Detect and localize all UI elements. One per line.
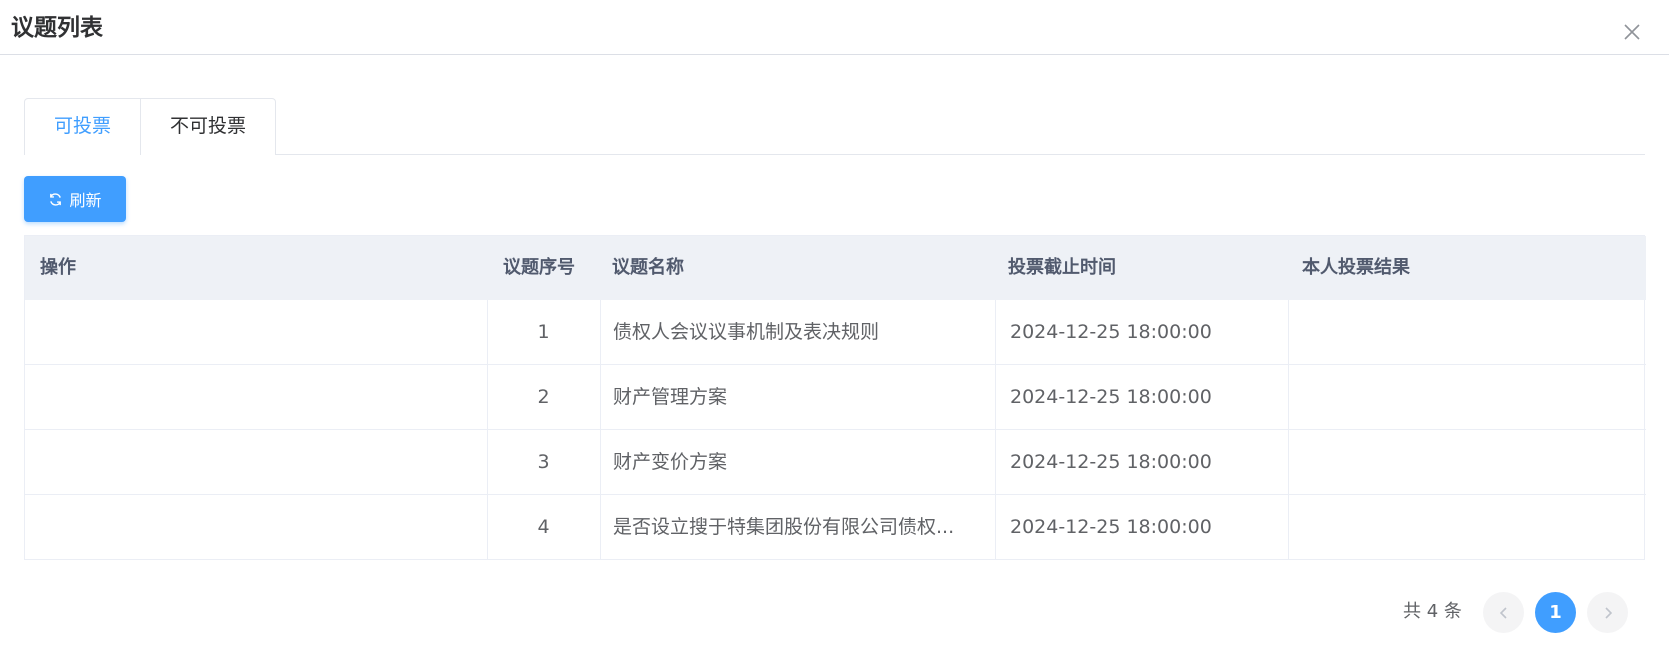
row-seq: 1 <box>537 321 550 343</box>
refresh-button[interactable]: 刷新 <box>24 176 126 222</box>
table-row[interactable]: 1 债权人会议议事机制及表决规则 2024-12-25 18:00:00 <box>25 300 1646 365</box>
refresh-icon <box>48 192 63 207</box>
refresh-label: 刷新 <box>69 191 102 210</box>
row-result <box>1301 430 1631 494</box>
row-result <box>1301 300 1631 364</box>
next-page-button[interactable] <box>1587 592 1628 633</box>
table-row[interactable]: 3 财产变价方案 2024-12-25 18:00:00 <box>25 430 1646 495</box>
dialog-header: 议题列表 <box>0 0 1669 55</box>
row-name: 财产变价方案 <box>613 451 728 473</box>
tab-votable[interactable]: 可投票 <box>24 98 141 155</box>
dialog-title: 议题列表 <box>11 15 103 41</box>
row-action-cell <box>25 365 487 429</box>
table-row[interactable]: 2 财产管理方案 2024-12-25 18:00:00 <box>25 365 1646 430</box>
row-deadline: 2024-12-25 18:00:00 <box>1010 451 1212 473</box>
active-tab-indicator <box>25 154 140 156</box>
page-1-button[interactable]: 1 <box>1535 592 1576 633</box>
row-seq: 3 <box>537 451 550 473</box>
col-header-seq: 议题序号 <box>503 257 575 278</box>
row-name: 是否设立搜于特集团股份有限公司债权... <box>613 516 955 538</box>
col-header-result: 本人投票结果 <box>1302 257 1410 278</box>
row-seq: 4 <box>537 516 550 538</box>
row-seq: 2 <box>537 386 550 408</box>
row-action-cell <box>25 300 487 364</box>
row-result <box>1301 495 1631 559</box>
col-header-action: 操作 <box>40 257 76 278</box>
tab-not-votable[interactable]: 不可投票 <box>140 98 276 155</box>
col-header-name: 议题名称 <box>612 257 684 278</box>
chevron-right-icon <box>1604 606 1612 619</box>
chevron-left-icon <box>1499 606 1507 619</box>
close-icon[interactable] <box>1620 20 1644 44</box>
row-deadline: 2024-12-25 18:00:00 <box>1010 321 1212 343</box>
row-name: 财产管理方案 <box>613 386 728 408</box>
row-deadline: 2024-12-25 18:00:00 <box>1010 386 1212 408</box>
row-deadline: 2024-12-25 18:00:00 <box>1010 516 1212 538</box>
table-header: 操作 议题序号 议题名称 投票截止时间 本人投票结果 <box>25 236 1646 300</box>
pagination-total: 共 4 条 <box>1403 601 1462 622</box>
row-action-cell <box>25 495 487 559</box>
prev-page-button[interactable] <box>1483 592 1524 633</box>
row-result <box>1301 365 1631 429</box>
row-name: 债权人会议议事机制及表决规则 <box>613 321 880 343</box>
topic-table: 操作 议题序号 议题名称 投票截止时间 本人投票结果 1 债权人会议议事机制及表… <box>24 235 1646 560</box>
col-header-deadline: 投票截止时间 <box>1008 257 1116 278</box>
row-action-cell <box>25 430 487 494</box>
pagination: 共 4 条 1 <box>0 592 1669 633</box>
table-row[interactable]: 4 是否设立搜于特集团股份有限公司债权... 2024-12-25 18:00:… <box>25 495 1646 560</box>
tab-bar: 可投票 不可投票 <box>24 98 1645 156</box>
